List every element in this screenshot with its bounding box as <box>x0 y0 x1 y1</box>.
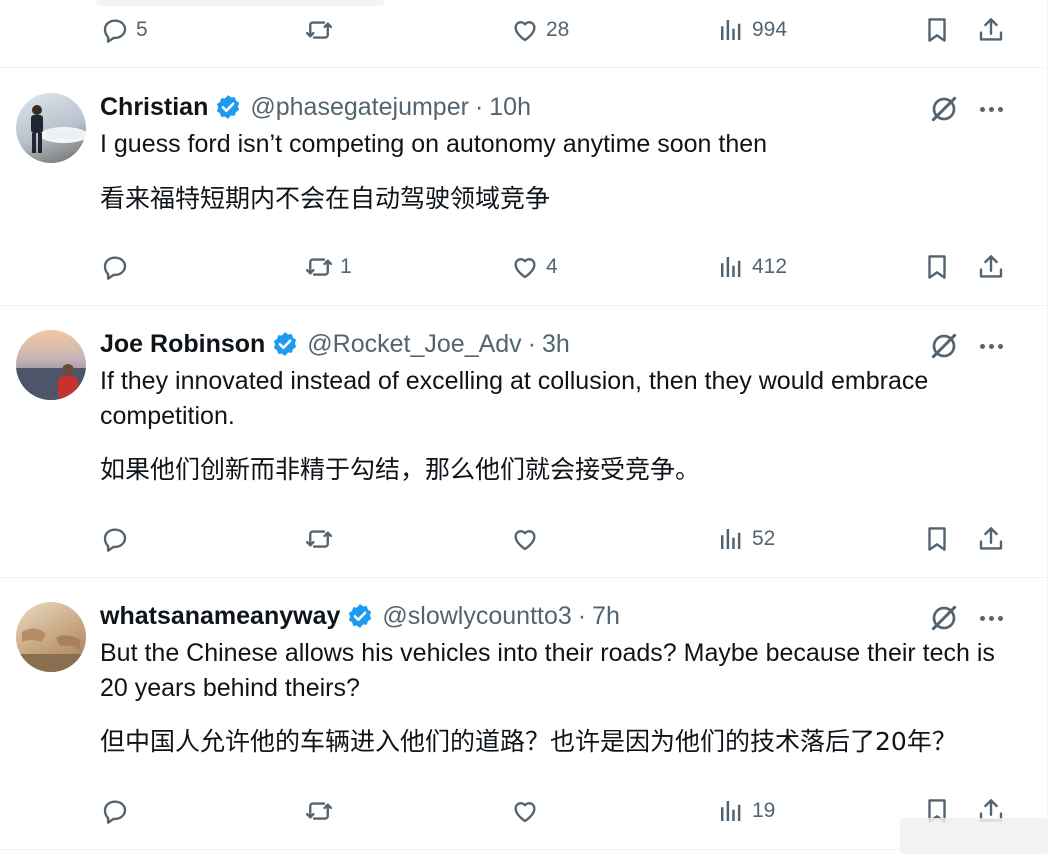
retweet-icon <box>305 802 333 820</box>
bookmark-button[interactable] <box>922 247 952 287</box>
retweet-icon <box>305 530 333 548</box>
views-icon <box>721 20 741 40</box>
like-count: 28 <box>546 18 570 41</box>
retweet-button[interactable] <box>304 791 340 831</box>
like-icon <box>514 258 536 279</box>
watermark-overlay <box>900 818 1048 854</box>
views-icon <box>721 257 741 277</box>
bookmark-icon <box>928 527 946 551</box>
views-button[interactable]: 52 <box>716 519 775 559</box>
user-handle[interactable]: @slowlycountto3 <box>382 602 571 631</box>
like-button[interactable] <box>510 791 546 831</box>
reply-icon <box>103 256 127 280</box>
share-button[interactable] <box>976 10 1006 50</box>
share-icon <box>979 527 1003 550</box>
tweet-header: Christian @phasegatejumper · 10h <box>100 91 531 123</box>
action-bar: 52 <box>100 519 1020 559</box>
action-bar: 1 4 412 <box>100 247 1020 287</box>
reply-icon <box>103 528 127 552</box>
reply-tweet[interactable]: whatsanameanyway @slowlycountto3 · 7h Bu… <box>0 578 1048 850</box>
display-name[interactable]: whatsanameanyway <box>100 602 340 631</box>
tweet-text: I guess ford isn’t competing on autonomy… <box>100 130 768 158</box>
grok-icon[interactable] <box>928 602 960 634</box>
timestamp[interactable]: 7h <box>592 602 620 631</box>
display-name[interactable]: Joe Robinson <box>100 330 265 359</box>
views-count: 994 <box>752 18 788 41</box>
reply-icon <box>103 800 127 824</box>
separator-dot: · <box>474 92 484 121</box>
bookmark-button[interactable] <box>922 519 952 559</box>
display-name[interactable]: Christian <box>100 93 208 122</box>
avatar[interactable] <box>16 330 86 400</box>
tweet-text: If they innovated instead of excelling a… <box>100 367 929 430</box>
retweet-button[interactable] <box>304 10 340 50</box>
previous-tweet-edge <box>95 0 385 6</box>
retweet-count: 1 <box>340 255 352 278</box>
verified-icon <box>274 332 297 356</box>
user-handle[interactable]: @phasegatejumper <box>250 93 469 122</box>
views-button[interactable]: 994 <box>716 10 787 50</box>
reply-button[interactable] <box>100 247 136 287</box>
verified-icon <box>217 95 240 119</box>
like-icon <box>514 530 536 551</box>
action-bar: 19 <box>100 791 1020 831</box>
previous-tweet-actions: 5 28 994 <box>0 0 1048 68</box>
verified-icon <box>349 604 372 628</box>
avatar-photo <box>31 105 86 153</box>
bookmark-button[interactable] <box>922 10 952 50</box>
retweet-icon <box>305 258 333 276</box>
share-button[interactable] <box>976 519 1006 559</box>
tweet-text: But the Chinese allows his vehicles into… <box>100 639 995 702</box>
like-icon <box>514 21 536 42</box>
retweet-button[interactable] <box>304 519 340 559</box>
views-count: 19 <box>752 799 776 822</box>
tweet-header: Joe Robinson @Rocket_Joe_Adv · 3h <box>100 328 570 360</box>
more-icon[interactable] <box>976 332 1006 360</box>
grok-icon[interactable] <box>928 330 960 362</box>
separator-dot: · <box>577 601 587 630</box>
grok-icon[interactable] <box>928 93 960 125</box>
share-button[interactable] <box>976 247 1006 287</box>
user-handle[interactable]: @Rocket_Joe_Adv <box>307 330 521 359</box>
like-button[interactable] <box>510 519 546 559</box>
avatar[interactable] <box>16 602 86 672</box>
avatar[interactable] <box>16 93 86 163</box>
views-icon <box>721 529 741 549</box>
like-button[interactable]: 4 <box>510 247 558 287</box>
tweet-translation: 看来福特短期内不会在自动驾驶领域竞争 <box>100 184 551 213</box>
bookmark-icon <box>928 255 946 279</box>
more-icon[interactable] <box>976 95 1006 123</box>
bookmark-icon <box>928 18 946 42</box>
reply-tweet[interactable]: Christian @phasegatejumper · 10h I guess… <box>0 69 1048 306</box>
share-icon <box>979 18 1003 41</box>
avatar-photo <box>16 628 86 672</box>
avatar-photo <box>16 364 86 400</box>
views-button[interactable]: 19 <box>716 791 775 831</box>
like-button[interactable]: 28 <box>510 10 569 50</box>
reply-count: 5 <box>136 18 148 41</box>
reply-tweet[interactable]: Joe Robinson @Rocket_Joe_Adv · 3h If the… <box>0 306 1048 578</box>
timestamp[interactable]: 3h <box>542 330 570 359</box>
share-icon <box>979 255 1003 278</box>
reply-icon <box>103 19 127 43</box>
views-button[interactable]: 412 <box>716 247 787 287</box>
tweet-translation: 如果他们创新而非精于勾结，那么他们就会接受竞争。 <box>100 455 701 484</box>
reply-button[interactable]: 5 <box>100 10 148 50</box>
tweet-header: whatsanameanyway @slowlycountto3 · 7h <box>100 600 620 632</box>
reply-thread: 5 28 994 Christian @phasegatejumper · 10… <box>0 0 1060 856</box>
views-icon <box>721 801 741 821</box>
like-icon <box>514 802 536 823</box>
more-icon[interactable] <box>976 604 1006 632</box>
views-count: 412 <box>752 255 788 278</box>
views-count: 52 <box>752 527 776 550</box>
timestamp[interactable]: 10h <box>489 93 531 122</box>
action-bar: 5 28 994 <box>100 10 1020 50</box>
retweet-button[interactable]: 1 <box>304 247 352 287</box>
reply-button[interactable] <box>100 791 136 831</box>
reply-button[interactable] <box>100 519 136 559</box>
retweet-icon <box>305 21 333 39</box>
separator-dot: · <box>527 329 537 358</box>
tweet-translation: 但中国人允许他的车辆进入他们的道路？也许是因为他们的技术落后了20年？ <box>100 727 957 756</box>
like-count: 4 <box>546 255 558 278</box>
